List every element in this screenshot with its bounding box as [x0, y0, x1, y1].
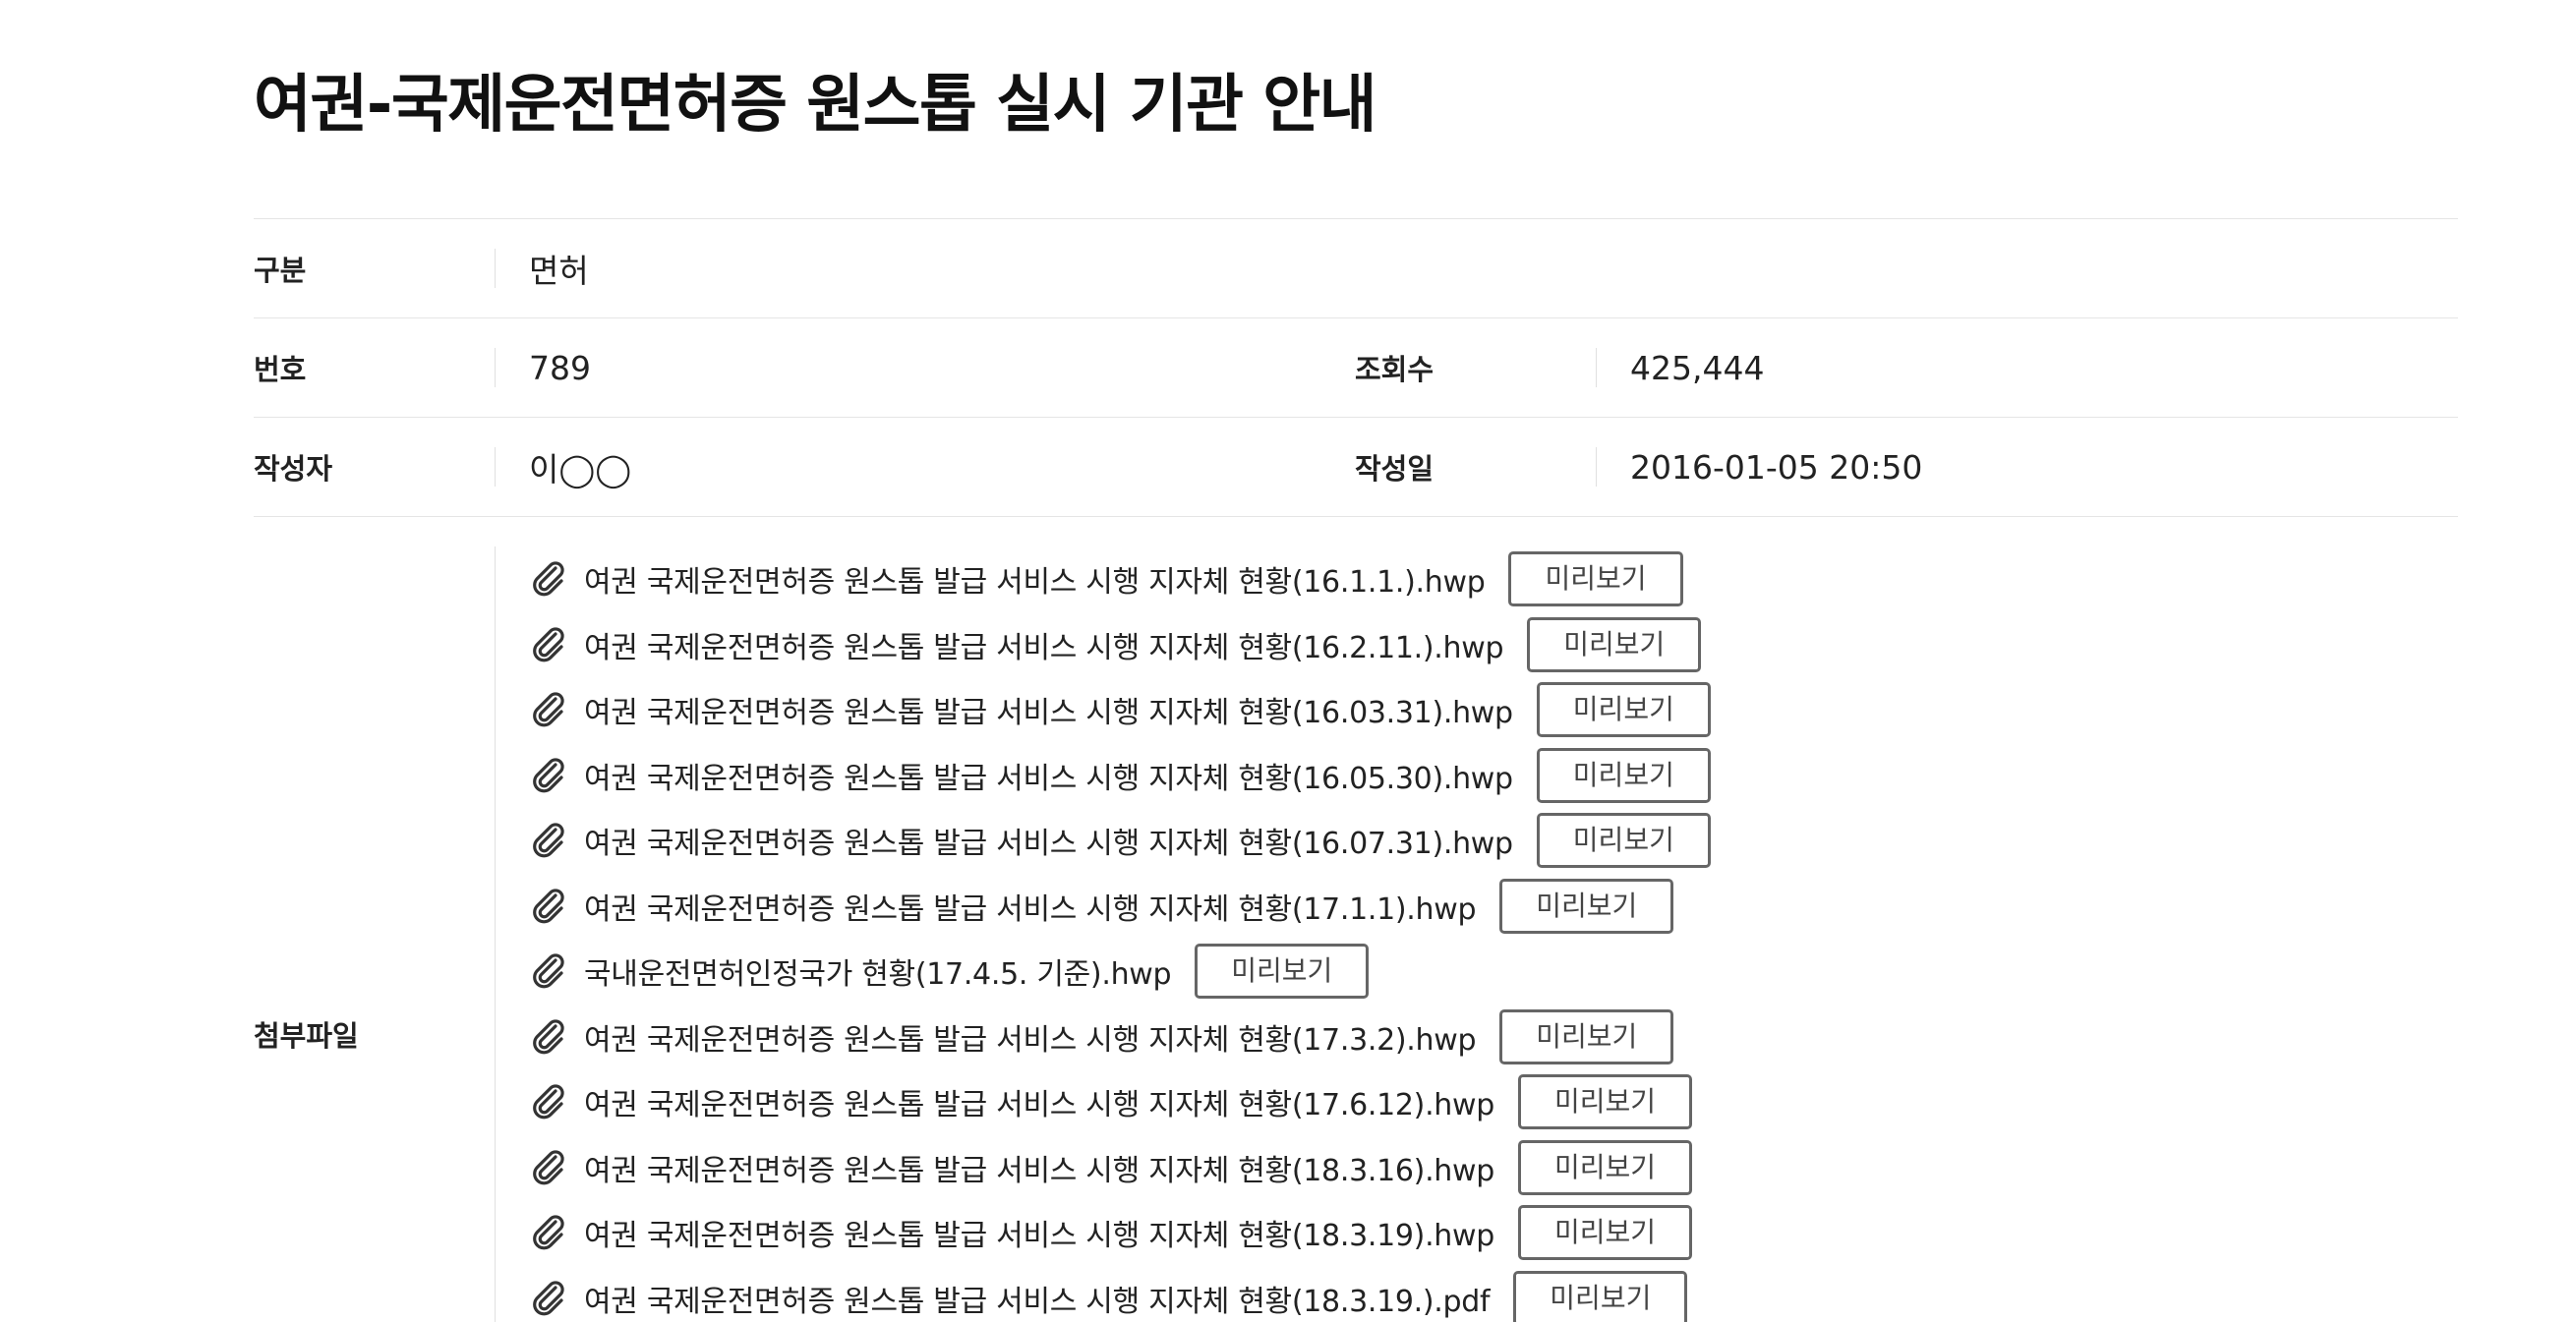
attachment-file-link[interactable]: 여권 국제운전면허증 원스톱 발급 서비스 시행 지자체 현황(17.3.2).…: [584, 1015, 1477, 1059]
post-info-table: 구분 면허 번호 789 조회수 425,444 작성자 이◯◯ 작성일 201…: [254, 218, 2458, 517]
attachment-item: 국내운전면허인정국가 현황(17.4.5. 기준).hwp 미리보기: [529, 939, 2397, 1005]
preview-button[interactable]: 미리보기: [1513, 1270, 1688, 1322]
post-detail-page: 여권-국제운전면허증 원스톱 실시 기관 안내 구분 면허 번호 789 조회수…: [0, 0, 2576, 1322]
preview-button[interactable]: 미리보기: [1536, 682, 1711, 738]
date-value: 2016-01-05 20:50: [1596, 447, 1922, 487]
paperclip-icon: [529, 559, 568, 599]
attachment-item: 여권 국제운전면허증 원스톱 발급 서비스 시행 지자체 현황(17.6.12)…: [529, 1069, 2397, 1135]
preview-button[interactable]: 미리보기: [1518, 1205, 1693, 1261]
attachment-file-link[interactable]: 국내운전면허인정국가 현황(17.4.5. 기준).hwp: [584, 949, 1172, 993]
paperclip-icon: [529, 1279, 568, 1318]
author-value: 이◯◯: [495, 443, 1355, 490]
attachment-item: 여권 국제운전면허증 원스톱 발급 서비스 시행 지자체 현황(16.03.31…: [529, 677, 2397, 743]
attachment-item: 여권 국제운전면허증 원스톱 발급 서비스 시행 지자체 현황(16.07.31…: [529, 808, 2397, 874]
attachment-list: 여권 국제운전면허증 원스톱 발급 서비스 시행 지자체 현황(16.1.1.)…: [529, 546, 2397, 1322]
date-label: 작성일: [1355, 452, 1434, 486]
preview-button[interactable]: 미리보기: [1536, 747, 1711, 803]
preview-button[interactable]: 미리보기: [1508, 551, 1683, 607]
attachment-item: 여권 국제운전면허증 원스톱 발급 서비스 시행 지자체 현황(16.1.1.)…: [529, 546, 2397, 612]
paperclip-icon: [529, 1017, 568, 1057]
attachment-item: 여권 국제운전면허증 원스톱 발급 서비스 시행 지자체 현황(18.3.16)…: [529, 1135, 2397, 1201]
attachment-file-link[interactable]: 여권 국제운전면허증 원스톱 발급 서비스 시행 지자체 현황(18.3.19)…: [584, 1211, 1494, 1254]
attachment-file-link[interactable]: 여권 국제운전면허증 원스톱 발급 서비스 시행 지자체 현황(16.03.31…: [584, 688, 1513, 731]
attachment-file-link[interactable]: 여권 국제운전면허증 원스톱 발급 서비스 시행 지자체 현황(16.07.31…: [584, 819, 1513, 862]
author-row: 작성자 이◯◯ 작성일 2016-01-05 20:50: [254, 417, 2458, 517]
page-title: 여권-국제운전면허증 원스톱 실시 기관 안내: [254, 69, 1377, 142]
attachment-file-link[interactable]: 여권 국제운전면허증 원스톱 발급 서비스 시행 지자체 현황(17.1.1).…: [584, 885, 1477, 928]
paperclip-icon: [529, 625, 568, 664]
number-row: 번호 789 조회수 425,444: [254, 317, 2458, 417]
attachment-item: 여권 국제운전면허증 원스톱 발급 서비스 시행 지자체 현황(17.1.1).…: [529, 874, 2397, 940]
preview-button[interactable]: 미리보기: [1518, 1139, 1693, 1195]
attachments-row: 첨부파일 여권 국제운전면허증 원스톱 발급 서비스 시행 지자체 현황(16.…: [254, 546, 2458, 1322]
attachment-file-link[interactable]: 여권 국제운전면허증 원스톱 발급 서비스 시행 지자체 현황(18.3.19.…: [584, 1277, 1491, 1320]
attachments-divider: [495, 546, 496, 1322]
attachment-item: 여권 국제운전면허증 원스톱 발급 서비스 시행 지자체 현황(16.2.11.…: [529, 612, 2397, 678]
category-value: 면허: [495, 245, 589, 292]
attachment-item: 여권 국제운전면허증 원스톱 발급 서비스 시행 지자체 현황(18.3.19.…: [529, 1266, 2397, 1322]
preview-button[interactable]: 미리보기: [1499, 878, 1674, 934]
views-value: 425,444: [1596, 348, 1764, 387]
paperclip-icon: [529, 1082, 568, 1121]
category-label: 구분: [254, 254, 307, 287]
preview-button[interactable]: 미리보기: [1536, 813, 1711, 869]
attachment-file-link[interactable]: 여권 국제운전면허증 원스톱 발급 서비스 시행 지자체 현황(16.1.1.)…: [584, 557, 1486, 601]
attachment-item: 여권 국제운전면허증 원스톱 발급 서비스 시행 지자체 현황(18.3.19)…: [529, 1200, 2397, 1266]
preview-button[interactable]: 미리보기: [1499, 1008, 1674, 1064]
number-label: 번호: [254, 353, 307, 386]
attachment-file-link[interactable]: 여권 국제운전면허증 원스톱 발급 서비스 시행 지자체 현황(16.05.30…: [584, 754, 1513, 797]
paperclip-icon: [529, 1148, 568, 1187]
attachment-file-link[interactable]: 여권 국제운전면허증 원스톱 발급 서비스 시행 지자체 현황(18.3.16)…: [584, 1146, 1494, 1189]
paperclip-icon: [529, 951, 568, 991]
number-value: 789: [495, 348, 1355, 387]
preview-button[interactable]: 미리보기: [1518, 1074, 1693, 1130]
author-label: 작성자: [254, 452, 333, 486]
attachment-item: 여권 국제운전면허증 원스톱 발급 서비스 시행 지자체 현황(17.3.2).…: [529, 1005, 2397, 1070]
preview-button[interactable]: 미리보기: [1527, 616, 1702, 672]
views-label: 조회수: [1355, 353, 1434, 386]
preview-button[interactable]: 미리보기: [1195, 944, 1370, 1000]
paperclip-icon: [529, 887, 568, 926]
category-row: 구분 면허: [254, 218, 2458, 317]
attachments-label: 첨부파일: [254, 1019, 359, 1053]
attachment-file-link[interactable]: 여권 국제운전면허증 원스톱 발급 서비스 시행 지자체 현황(16.2.11.…: [584, 623, 1504, 666]
attachment-item: 여권 국제운전면허증 원스톱 발급 서비스 시행 지자체 현황(16.05.30…: [529, 743, 2397, 809]
paperclip-icon: [529, 690, 568, 729]
paperclip-icon: [529, 821, 568, 860]
attachment-file-link[interactable]: 여권 국제운전면허증 원스톱 발급 서비스 시행 지자체 현황(17.6.12)…: [584, 1080, 1494, 1123]
paperclip-icon: [529, 1213, 568, 1252]
paperclip-icon: [529, 756, 568, 795]
